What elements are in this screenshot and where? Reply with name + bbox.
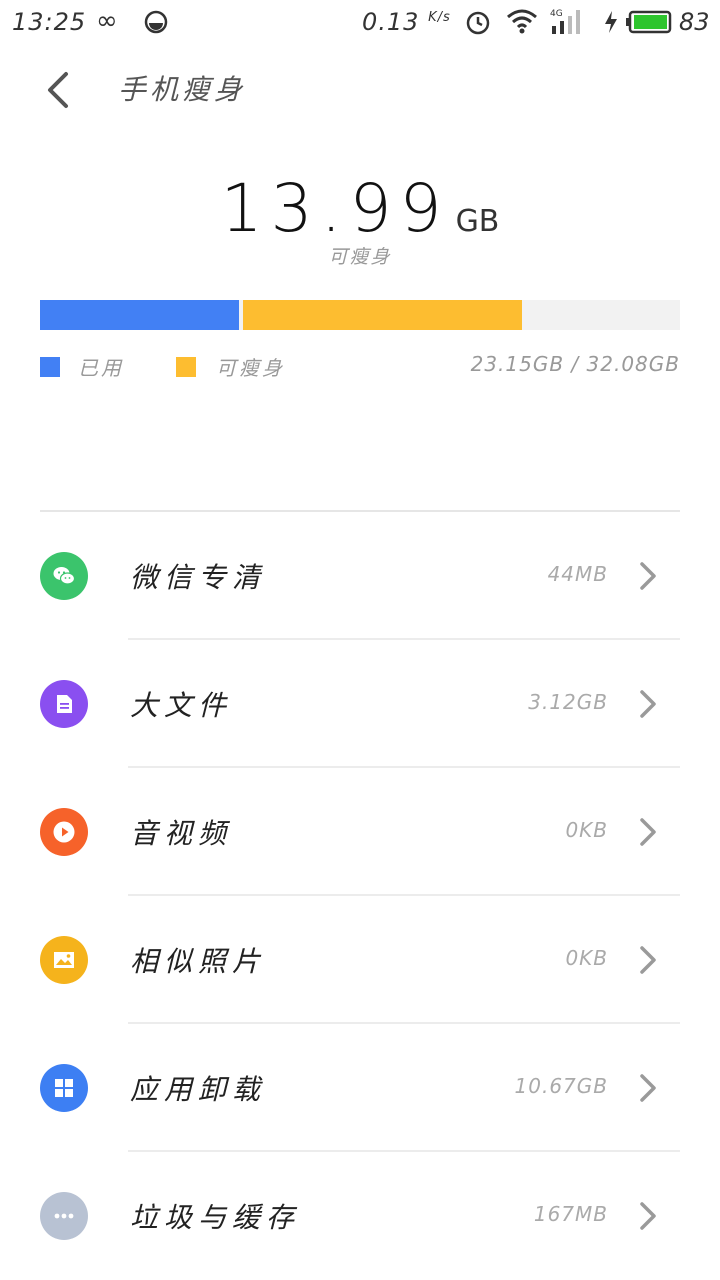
list-item-size: 3.12GB: [528, 690, 608, 714]
page-title: 手机瘦身: [118, 73, 247, 106]
list-item-label: 应用卸载: [130, 1073, 267, 1106]
cell-signal-icon: 4G: [550, 9, 580, 34]
used-legend-swatch: [40, 357, 60, 377]
list-item-wechat[interactable]: 微信专清 44MB: [0, 512, 720, 640]
list-item-size: 167MB: [533, 1202, 608, 1226]
more-dots-icon: [40, 1192, 88, 1240]
list-item-label: 相似照片: [130, 945, 267, 978]
battery-level: 83: [679, 8, 710, 36]
storage-legend: 已用 可瘦身 23.15GB / 32.08GB: [40, 352, 680, 380]
photo-icon: [40, 936, 88, 984]
chevron-right-icon: [640, 946, 656, 974]
charging-icon: [605, 11, 617, 33]
chevron-right-icon: [640, 562, 656, 590]
play-icon: [40, 808, 88, 856]
alarm-clock-icon: [466, 11, 490, 35]
infinity-icon: ∞: [96, 6, 118, 36]
list-item-large-files[interactable]: 大文件 3.12GB: [0, 640, 720, 768]
slimmable-legend-label: 可瘦身: [216, 356, 285, 380]
document-icon: [40, 680, 88, 728]
used-legend-label: 已用: [78, 356, 124, 380]
slimmable-unit: GB: [455, 204, 500, 239]
list-item-similar-photos[interactable]: 相似照片 0KB: [0, 896, 720, 1024]
apps-grid-icon: [40, 1064, 88, 1112]
list-item-app-uninstall[interactable]: 应用卸载 10.67GB: [0, 1024, 720, 1152]
storage-bar: [40, 300, 680, 330]
storage-total: 23.15GB / 32.08GB: [470, 352, 680, 376]
storage-bar-used: [40, 300, 239, 330]
list-item-label: 大文件: [130, 689, 233, 722]
list-item-label: 音视频: [130, 817, 233, 850]
chevron-right-icon: [640, 818, 656, 846]
svg-text:4G: 4G: [550, 9, 563, 19]
list-item-junk-cache[interactable]: 垃圾与缓存 167MB: [0, 1152, 720, 1280]
list-item-size: 10.67GB: [514, 1074, 608, 1098]
wechat-icon: [40, 552, 88, 600]
sync-icon: [144, 10, 168, 34]
status-bar: 13:25 ∞ 0.13 K/s 4G 83: [0, 0, 720, 46]
cleanup-list: 微信专清 44MB 大文件 3.12GB 音视频 0KB 相似照片 0KB 应用…: [0, 512, 720, 1280]
chevron-right-icon: [640, 1202, 656, 1230]
chevron-right-icon: [640, 1074, 656, 1102]
network-speed: 0.13 K/s: [362, 8, 451, 36]
list-item-media[interactable]: 音视频 0KB: [0, 768, 720, 896]
list-item-size: 0KB: [565, 946, 608, 970]
slimmable-label: 可瘦身: [328, 246, 392, 268]
list-item-label: 微信专清: [130, 561, 267, 594]
header: 手机瘦身: [0, 46, 720, 130]
back-arrow-icon[interactable]: [38, 68, 78, 112]
storage-bar-slimmable: [243, 300, 522, 330]
list-item-size: 44MB: [547, 562, 608, 586]
list-item-label: 垃圾与缓存: [130, 1201, 301, 1234]
battery-icon: [626, 10, 672, 34]
chevron-right-icon: [640, 690, 656, 718]
slimmable-value: 13.99: [220, 170, 450, 247]
slimmable-summary: 13.99 GB: [0, 170, 720, 247]
list-item-size: 0KB: [565, 818, 608, 842]
slimmable-legend-swatch: [176, 357, 196, 377]
status-time: 13:25: [12, 8, 87, 36]
wifi-icon: [507, 9, 537, 34]
